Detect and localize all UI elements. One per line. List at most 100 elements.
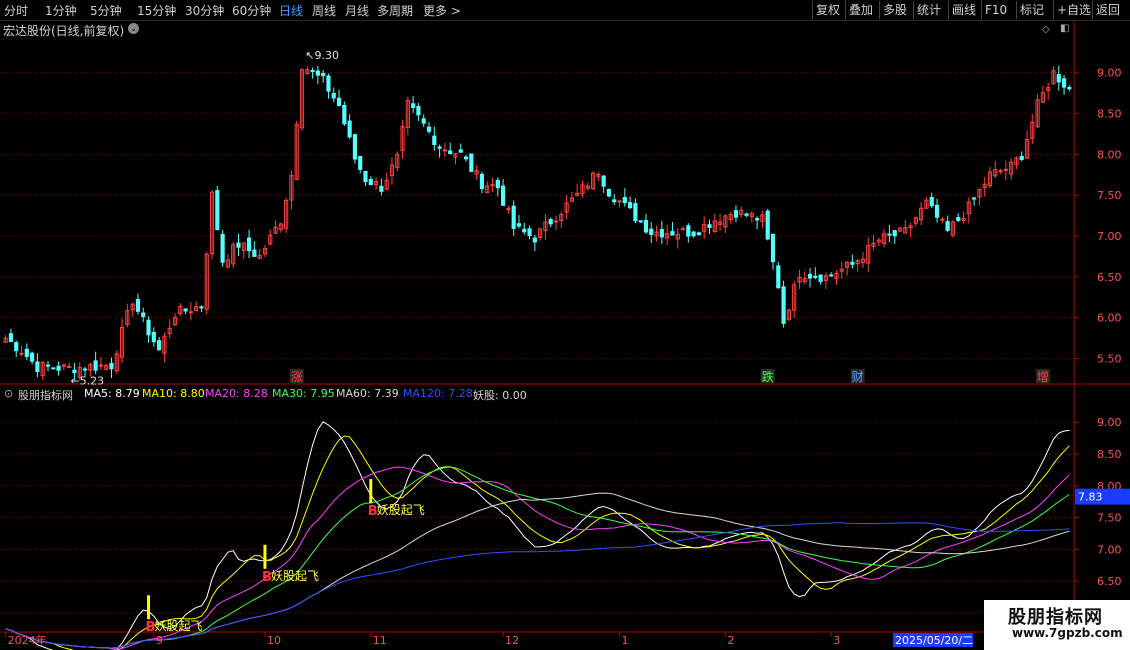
candle-body — [93, 360, 98, 371]
candle-body — [956, 217, 961, 221]
candle-body — [72, 369, 77, 374]
candle-body — [183, 308, 188, 312]
candle-body — [755, 218, 760, 221]
candle-body — [98, 364, 103, 367]
candle-body — [972, 197, 977, 200]
legend-ma30: MA30: 7.95 — [272, 387, 335, 400]
candle-body — [934, 204, 940, 218]
candle-body — [310, 70, 315, 73]
time-label: 12 — [505, 634, 519, 647]
ind-ytick-label: 6.50 — [1097, 575, 1122, 588]
candle-body — [151, 331, 156, 343]
candle-body — [659, 229, 664, 238]
candle-body — [998, 170, 1003, 173]
candle-body — [649, 228, 654, 235]
candle-body — [606, 188, 612, 197]
candle-body — [416, 106, 421, 116]
candle-body — [929, 196, 934, 207]
candle-body — [643, 219, 649, 233]
candle-body — [35, 361, 40, 372]
candle-body — [776, 265, 781, 289]
candle-body — [236, 242, 241, 248]
current-value-label: 7.83 — [1078, 491, 1103, 504]
candle-body — [347, 120, 352, 138]
candle-body — [691, 231, 696, 237]
ind-ytick-label: 8.50 — [1097, 448, 1122, 461]
candle-body — [686, 225, 691, 237]
candle-body — [19, 352, 24, 355]
candle-body — [109, 362, 114, 370]
candle-body — [379, 185, 384, 192]
candle-body — [421, 118, 426, 124]
candle-body — [141, 312, 146, 318]
candle-body — [45, 364, 51, 367]
event-marker: 财 — [852, 370, 864, 384]
candle-body — [458, 149, 463, 153]
candle-body — [770, 233, 776, 263]
time-label: 2 — [727, 634, 734, 647]
candle-body — [252, 249, 257, 257]
candle-body — [1067, 86, 1072, 90]
candle-body — [157, 340, 162, 351]
signal-label: 妖股起飞 — [377, 503, 425, 517]
candle-body — [188, 311, 193, 314]
candle-body — [680, 228, 686, 231]
candle-body — [326, 75, 331, 92]
candle-body — [829, 274, 834, 277]
candle-body — [246, 237, 252, 252]
candle-body — [336, 97, 342, 106]
candle-body — [1061, 78, 1067, 88]
candle-body — [437, 146, 442, 149]
ind-ytick-label: 7.50 — [1097, 512, 1122, 525]
watermark-url: www.7gpzb.com — [1012, 626, 1123, 640]
candle-body — [368, 178, 373, 186]
candle-body — [617, 200, 622, 203]
ind-ytick-label: 7.00 — [1097, 543, 1122, 556]
candle-body — [612, 199, 617, 203]
legend-ma20: MA20: 8.28 — [205, 387, 268, 400]
candle-body — [522, 228, 527, 233]
candle-body — [744, 213, 749, 216]
candle-body — [670, 231, 675, 236]
ma-line-ma10 — [5, 435, 1070, 650]
candle-body — [495, 179, 500, 189]
main-ytick-label: 6.50 — [1097, 271, 1122, 284]
legend-妖股: 妖股: 0.00 — [473, 389, 527, 402]
time-label: 2024年 — [8, 633, 47, 647]
candle-body — [199, 306, 204, 309]
signal-label: 妖股起飞 — [271, 569, 319, 583]
main-ytick-label: 8.50 — [1097, 108, 1122, 121]
candle-body — [220, 233, 225, 263]
candle-body — [945, 221, 950, 231]
main-ytick-label: 7.50 — [1097, 189, 1122, 202]
candle-body — [442, 149, 447, 152]
candle-body — [1019, 155, 1024, 161]
candle-body — [8, 333, 14, 342]
time-label: 9 — [156, 634, 163, 647]
candle-body — [358, 156, 363, 170]
candle-body — [30, 352, 35, 362]
indicator-menu-icon[interactable]: ⊙ — [4, 387, 13, 400]
candle-body — [135, 299, 141, 312]
candle-body — [628, 202, 633, 209]
event-marker: 增 — [1037, 370, 1049, 384]
candle-body — [553, 220, 559, 223]
legend-ma60: MA60: 7.39 — [336, 387, 399, 400]
candle-body — [342, 104, 347, 125]
legend-ma10: MA10: 8.80 — [142, 387, 205, 400]
candle-body — [501, 185, 506, 206]
candle-body — [733, 210, 739, 218]
legend-ma120: MA120: 7.28 — [403, 387, 473, 400]
candle-body — [479, 173, 485, 190]
time-label: 11 — [373, 634, 387, 647]
min-price-label: ←5.23 — [70, 375, 104, 388]
time-label: 10 — [267, 634, 281, 647]
ma-line-ma5 — [5, 421, 1070, 650]
candle-body — [807, 273, 813, 279]
time-label: 1 — [622, 634, 629, 647]
candle-body — [818, 274, 823, 282]
candle-body — [448, 150, 453, 155]
legend-ma5: MA5: 8.79 — [84, 387, 140, 400]
event-marker: 跌 — [762, 369, 774, 384]
candle-body — [56, 365, 61, 371]
